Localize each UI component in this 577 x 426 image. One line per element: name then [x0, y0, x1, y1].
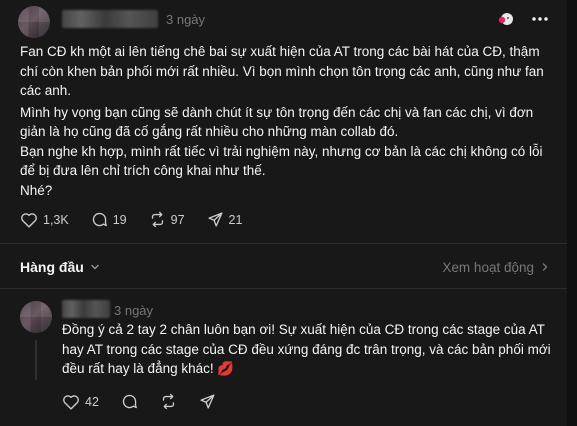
- post-author-avatar[interactable]: [18, 6, 50, 38]
- more-options-button[interactable]: [530, 12, 550, 26]
- divider: [0, 288, 567, 289]
- reaction-emoji-icon[interactable]: [497, 11, 515, 27]
- thread-panel: 3 ngày Fan CĐ kh một ai lên tiếng chê ba…: [0, 0, 568, 426]
- reply-like-button[interactable]: 42: [62, 394, 99, 410]
- heart-icon: [63, 394, 79, 410]
- post-paragraph: Mình hy vọng bạn cũng sẽ dành chút ít sự…: [20, 104, 534, 140]
- send-icon: [207, 212, 223, 227]
- reply-comment-button[interactable]: [121, 393, 138, 410]
- reply-author-avatar[interactable]: [20, 301, 52, 333]
- reply-timestamp: 3 ngày: [114, 303, 154, 318]
- like-count: 1,3K: [43, 212, 69, 227]
- reply-button[interactable]: 19: [91, 211, 127, 228]
- share-count: 21: [228, 212, 243, 227]
- reply-share-button[interactable]: [199, 393, 216, 410]
- repost-icon: [162, 393, 175, 410]
- reply-actions: 42: [62, 393, 238, 410]
- heart-icon: [21, 212, 37, 228]
- view-activity-link[interactable]: Xem hoạt động: [442, 260, 550, 275]
- reply-like-count: 42: [85, 394, 99, 409]
- reply-author-username[interactable]: [62, 300, 110, 318]
- post-timestamp: 3 ngày: [166, 12, 206, 27]
- thread-line: [35, 340, 37, 380]
- repost-button[interactable]: 97: [149, 211, 185, 228]
- repost-count: 97: [170, 212, 185, 227]
- send-icon: [200, 394, 215, 409]
- post-paragraph: Fan CĐ kh một ai lên tiếng chê bai sự xu…: [20, 44, 544, 98]
- repost-icon: [151, 211, 163, 228]
- post-paragraph: Bạn nghe kh hợp, mình rất tiếc vì trải n…: [20, 143, 543, 179]
- more-horizontal-icon: [532, 17, 548, 21]
- sort-label: Hàng đầu: [20, 259, 84, 275]
- post-actions: 1,3K 19 97 21: [20, 211, 264, 228]
- post-author-username[interactable]: [62, 10, 158, 28]
- chevron-right-icon: [542, 263, 548, 271]
- reply-repost-button[interactable]: [160, 393, 177, 410]
- post-body: Fan CĐ kh một ai lên tiếng chê bai sự xu…: [20, 42, 552, 200]
- sort-dropdown[interactable]: Hàng đầu: [20, 259, 100, 275]
- divider: [0, 243, 567, 244]
- scrollbar[interactable]: [567, 0, 577, 426]
- post-paragraph: Nhé?: [20, 182, 53, 198]
- replies-sort-row: Hàng đầu Xem hoạt động: [20, 257, 550, 277]
- reply-count: 19: [112, 212, 127, 227]
- chevron-down-icon: [91, 264, 99, 270]
- comment-icon: [122, 394, 137, 409]
- reply-body: Đồng ý cả 2 tay 2 chân luôn bạn ơi! Sự x…: [62, 322, 551, 376]
- comment-icon: [92, 212, 107, 227]
- share-button[interactable]: 21: [207, 211, 243, 228]
- view-activity-label: Xem hoạt động: [442, 259, 534, 275]
- like-button[interactable]: 1,3K: [20, 212, 69, 228]
